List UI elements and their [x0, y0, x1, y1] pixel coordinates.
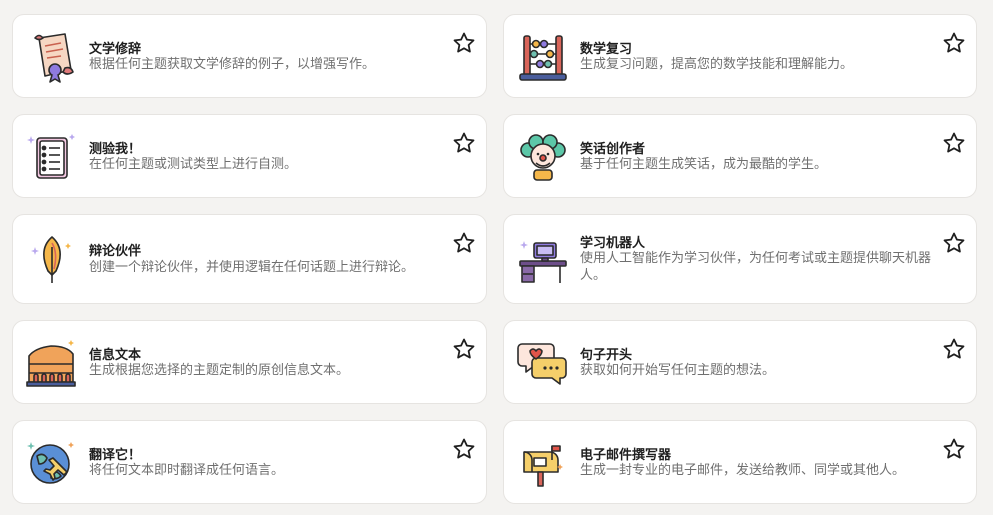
card-title: 电子邮件撰写器 [580, 448, 672, 463]
globe-plane-icon [25, 436, 79, 490]
card-description: 基于任何主题生成笑话，成为最酷的学生。 [580, 157, 828, 172]
star-outline-icon[interactable] [942, 437, 966, 461]
tool-card-math-review[interactable]: 数学复习 生成复习问题，提高您的数学技能和理解能力。 [503, 14, 977, 98]
card-description: 将任何文本即时翻译成任何语言。 [89, 463, 285, 478]
card-description: 生成根据您选择的主题定制的原创信息文本。 [89, 363, 350, 378]
mailbox-icon [516, 436, 570, 490]
colosseum-icon [25, 336, 79, 390]
star-outline-icon[interactable] [942, 31, 966, 55]
card-description: 根据任何主题获取文学修辞的例子，以增强写作。 [89, 57, 376, 72]
card-title: 辩论伙伴 [89, 244, 142, 259]
star-outline-icon[interactable] [452, 337, 476, 361]
tool-card-literary-devices[interactable]: 文学修辞 根据任何主题获取文学修辞的例子，以增强写作。 [12, 14, 487, 98]
star-outline-icon[interactable] [942, 131, 966, 155]
tool-card-quiz-me[interactable]: 测验我！ 在任何主题或测试类型上进行自测。 [12, 114, 487, 198]
tool-card-translate-it[interactable]: 翻译它！ 将任何文本即时翻译成任何语言。 [12, 420, 487, 504]
card-description: 生成复习问题，提高您的数学技能和理解能力。 [580, 57, 854, 72]
card-title: 测验我！ [89, 142, 142, 157]
card-title: 笑话创作者 [580, 142, 646, 157]
card-description: 使用人工智能作为学习伙伴，为任何考试或主题提供聊天机器人。 [580, 251, 932, 283]
desk-computer-icon [516, 233, 570, 287]
card-title: 学习机器人 [580, 236, 646, 251]
star-outline-icon[interactable] [452, 131, 476, 155]
tool-card-sentence-starters[interactable]: 句子开头 获取如何开始写任何主题的想法。 [503, 320, 977, 404]
card-description: 生成一封专业的电子邮件，发送给教师、同学或其他人。 [580, 463, 906, 478]
tool-card-email-writer[interactable]: 电子邮件撰写器 生成一封专业的电子邮件，发送给教师、同学或其他人。 [503, 420, 977, 504]
card-title: 文学修辞 [89, 42, 142, 57]
card-description: 获取如何开始写任何主题的想法。 [580, 363, 776, 378]
star-outline-icon[interactable] [942, 337, 966, 361]
clown-icon [516, 130, 570, 184]
card-title: 信息文本 [89, 348, 142, 363]
tool-card-debate-partner[interactable]: 辩论伙伴 创建一个辩论伙伴，并使用逻辑在任何话题上进行辩论。 [12, 214, 487, 304]
card-title: 翻译它！ [89, 448, 142, 463]
tool-card-study-bot[interactable]: 学习机器人 使用人工智能作为学习伙伴，为任何考试或主题提供聊天机器人。 [503, 214, 977, 304]
tool-card-informational-text[interactable]: 信息文本 生成根据您选择的主题定制的原创信息文本。 [12, 320, 487, 404]
card-description: 创建一个辩论伙伴，并使用逻辑在任何话题上进行辩论。 [89, 260, 415, 275]
card-title: 句子开头 [580, 348, 633, 363]
abacus-icon [516, 30, 570, 84]
checklist-icon [25, 130, 79, 184]
chat-bubbles-icon [516, 336, 570, 390]
card-description: 在任何主题或测试类型上进行自测。 [89, 157, 298, 172]
quill-icon [25, 233, 79, 287]
star-outline-icon[interactable] [452, 231, 476, 255]
star-outline-icon[interactable] [452, 31, 476, 55]
tool-card-joke-creator[interactable]: 笑话创作者 基于任何主题生成笑话，成为最酷的学生。 [503, 114, 977, 198]
card-title: 数学复习 [580, 42, 633, 57]
scroll-icon [25, 30, 79, 84]
star-outline-icon[interactable] [452, 437, 476, 461]
star-outline-icon[interactable] [942, 231, 966, 255]
